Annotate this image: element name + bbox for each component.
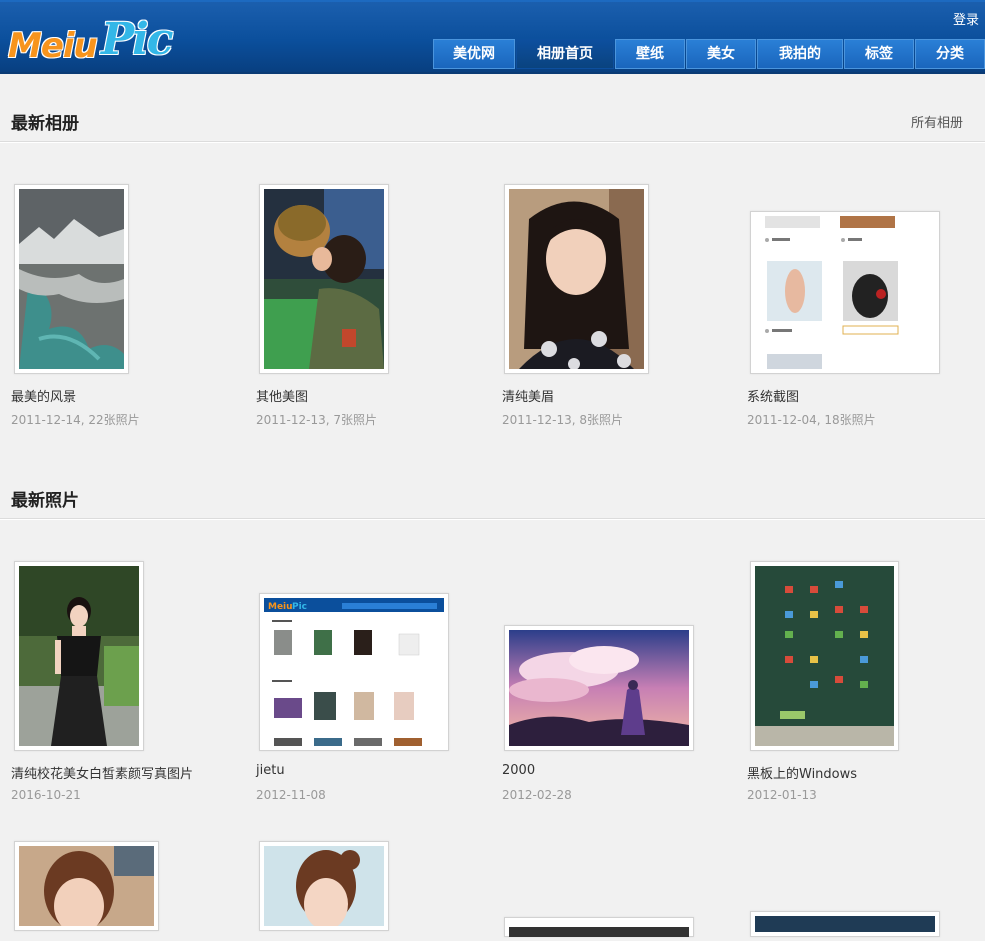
photo-thumb[interactable]: [750, 911, 940, 937]
album-thumb-other[interactable]: [259, 184, 389, 374]
photo-thumb[interactable]: [259, 841, 389, 931]
login-link[interactable]: 登录: [953, 9, 979, 28]
nav-item-my-shots[interactable]: 我拍的: [757, 39, 843, 69]
anime-sky-image: [509, 630, 689, 746]
section-divider: [0, 141, 985, 143]
logo-text-meiu: Meiu: [8, 26, 98, 66]
album-meta: 2011-12-14, 22张照片: [11, 413, 140, 427]
chalkboard-windows-image: [755, 566, 894, 746]
album-meta: 2011-12-13, 8张照片: [502, 413, 624, 427]
girl-portrait-image: [19, 846, 154, 934]
section-divider: [0, 518, 985, 520]
album-name[interactable]: 系统截图: [747, 386, 799, 405]
latest-photos-title: 最新照片: [11, 491, 79, 511]
nav-item-beauty[interactable]: 美女: [686, 39, 756, 69]
nav-item-wallpaper[interactable]: 壁纸: [615, 39, 685, 69]
photo-meta: 2012-02-28: [502, 788, 572, 802]
photo-thumb[interactable]: Meiu Pic: [259, 593, 449, 751]
couple-image: [264, 189, 384, 369]
svg-text:Meiu: Meiu: [268, 602, 293, 612]
album-name[interactable]: 最美的风景: [11, 386, 76, 405]
svg-text:Pic: Pic: [292, 602, 307, 612]
glacier-image: [19, 189, 124, 369]
photo-image: [755, 916, 935, 932]
photo-thumb[interactable]: [504, 917, 694, 937]
photo-meta: 2012-01-13: [747, 788, 817, 802]
album-thumb-landscape[interactable]: [14, 184, 129, 374]
girl-smile-image: [264, 846, 384, 930]
album-name[interactable]: 清纯美眉: [502, 386, 554, 405]
photo-thumb[interactable]: [14, 841, 159, 934]
screenshot-image: [755, 216, 935, 369]
album-thumb-screenshots[interactable]: [750, 211, 940, 374]
album-thumb-pure[interactable]: [504, 184, 649, 374]
album-name[interactable]: 其他美图: [256, 386, 308, 405]
album-meta: 2011-12-13, 7张照片: [256, 413, 378, 427]
logo-text-pic: Pic: [101, 14, 174, 65]
site-logo[interactable]: Meiu Pic: [6, 8, 186, 68]
photo-thumb[interactable]: [750, 561, 899, 751]
photo-meta: 2016-10-21: [11, 788, 81, 802]
photo-name[interactable]: 2000: [502, 763, 535, 778]
photo-thumb[interactable]: [504, 625, 694, 751]
girl-image: [509, 189, 644, 370]
photo-name[interactable]: 清纯校花美女白皙素颜写真图片: [11, 763, 193, 782]
nav-item-meiuwang[interactable]: 美优网: [433, 39, 515, 69]
photo-meta: 2012-11-08: [256, 788, 326, 802]
nav-item-album-home[interactable]: 相册首页: [516, 39, 614, 69]
photo-image: [509, 927, 689, 937]
nav-item-categories[interactable]: 分类: [915, 39, 985, 69]
main-nav: 美优网 相册首页 壁纸 美女 我拍的 标签 分类: [433, 39, 985, 69]
site-header: Meiu Pic 登录 美优网 相册首页 壁纸 美女 我拍的 标签 分类: [0, 0, 985, 74]
nav-item-tags[interactable]: 标签: [844, 39, 914, 69]
photo-thumb[interactable]: [14, 561, 144, 751]
all-albums-link[interactable]: 所有相册: [911, 112, 963, 131]
latest-albums-title: 最新相册: [11, 114, 79, 134]
album-meta: 2011-12-04, 18张照片: [747, 413, 876, 427]
photo-name[interactable]: jietu: [256, 763, 285, 778]
photo-name[interactable]: 黑板上的Windows: [747, 763, 857, 782]
site-screenshot-image: Meiu Pic: [264, 598, 444, 746]
girl-in-garden-image: [19, 566, 139, 746]
